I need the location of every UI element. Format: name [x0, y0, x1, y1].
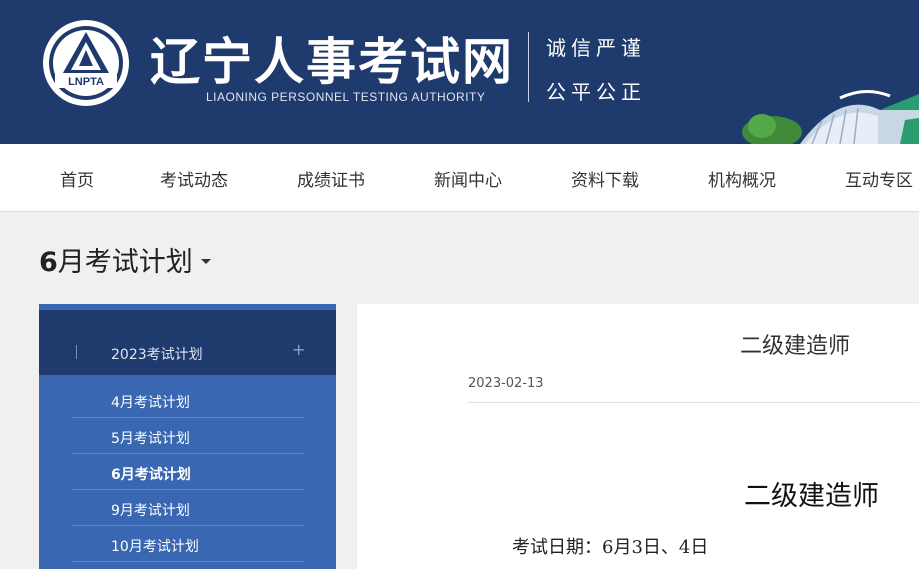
logo-text: LNPTA	[68, 76, 104, 88]
sidebar-item-label: 10月考试计划	[111, 539, 199, 555]
expand-plus-icon[interactable]: +	[292, 340, 305, 359]
article-panel: 二级建造师 2023-02-13 二级建造师 考试日期：6月3日、4日	[357, 304, 919, 569]
slogan-line-2: 公平公正	[546, 80, 646, 104]
sidebar-item-june[interactable]: 6月考试计划	[72, 454, 304, 490]
nav-item-interaction[interactable]: 互动专区	[845, 166, 913, 191]
sidebar-group-header[interactable]: 2023考试计划 +	[39, 310, 336, 375]
sidebar-item-label: 9月考试计划	[111, 503, 190, 519]
sidebar-item-october[interactable]: 10月考试计划	[72, 526, 304, 562]
section-title-number: 6	[39, 247, 58, 278]
caret-down-icon[interactable]	[200, 259, 211, 264]
document-heading: 二级建造师	[744, 481, 879, 512]
sidebar-item-september[interactable]: 9月考试计划	[72, 490, 304, 526]
article-date: 2023-02-13	[468, 376, 544, 391]
stadium-illustration	[742, 90, 919, 144]
slogan-line-1: 诚信严谨	[546, 36, 646, 60]
nav-item-news-center[interactable]: 新闻中心	[434, 166, 502, 191]
site-title: 辽宁人事考试网	[150, 33, 514, 91]
lnpta-logo-icon[interactable]: LNPTA	[41, 18, 131, 108]
sidebar: 2023考试计划 + 4月考试计划 5月考试计划 6月考试计划 9月考试计划 1…	[39, 304, 336, 569]
sidebar-item-label: 4月考试计划	[111, 395, 190, 411]
nav-item-exam-news[interactable]: 考试动态	[160, 166, 228, 191]
section-title-text: 月考试计划	[57, 247, 193, 278]
sidebar-item-may[interactable]: 5月考试计划	[72, 418, 304, 454]
site-subtitle: LIAONING PERSONNEL TESTING AUTHORITY	[206, 90, 486, 104]
nav-item-scores-certificates[interactable]: 成绩证书	[297, 166, 365, 191]
sidebar-item-label: 5月考试计划	[111, 431, 190, 447]
divider	[467, 402, 919, 403]
article-title: 二级建造师	[740, 334, 851, 359]
nav-item-about[interactable]: 机构概况	[708, 166, 776, 191]
section-title[interactable]: 6月考试计划	[39, 240, 211, 279]
main-nav: 首页 考试动态 成绩证书 新闻中心 资料下载 机构概况 互动专区	[0, 144, 919, 212]
exam-date-line: 考试日期：6月3日、4日	[512, 537, 709, 558]
site-header: LNPTA 辽宁人事考试网 LIAONING PERSONNEL TESTING…	[0, 0, 919, 144]
nav-item-home[interactable]: 首页	[60, 166, 94, 191]
sidebar-item-label: 6月考试计划	[111, 467, 191, 483]
header-divider	[528, 32, 529, 102]
group-divider	[76, 345, 77, 359]
nav-item-downloads[interactable]: 资料下载	[571, 166, 639, 191]
sidebar-item-april[interactable]: 4月考试计划	[72, 382, 304, 418]
sidebar-group-label: 2023考试计划	[111, 347, 203, 363]
